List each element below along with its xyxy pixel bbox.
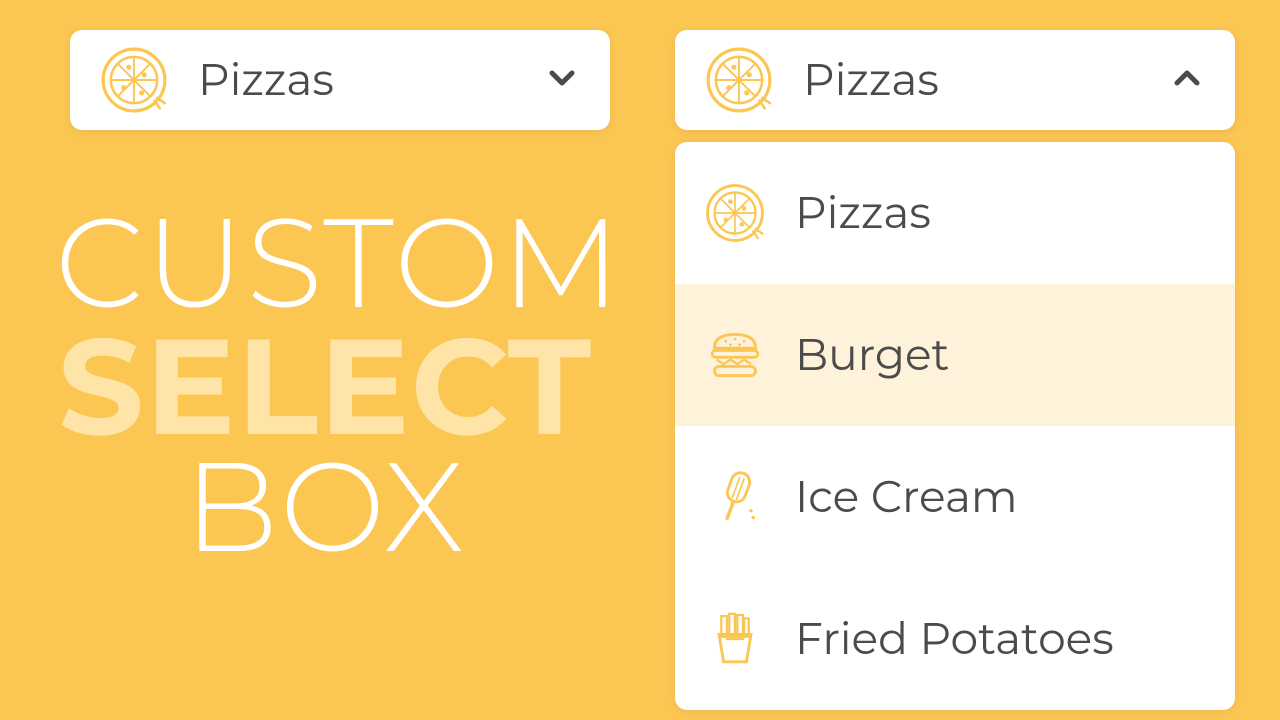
option-label: Fried Potatoes: [795, 612, 1114, 666]
option-fried-potatoes[interactable]: Fried Potatoes: [675, 568, 1235, 710]
chevron-up-icon: [1167, 58, 1207, 103]
option-pizzas[interactable]: Pizzas: [675, 142, 1235, 284]
pizza-icon: [703, 44, 775, 116]
select-closed-label: Pizzas: [198, 53, 334, 107]
option-label: Ice Cream: [795, 470, 1018, 524]
select-open-header[interactable]: Pizzas: [675, 30, 1235, 130]
pizza-icon: [98, 44, 170, 116]
select-open-label: Pizzas: [803, 53, 939, 107]
select-closed[interactable]: Pizzas: [70, 30, 610, 130]
chevron-down-icon: [542, 58, 582, 103]
select-dropdown: Pizzas Burget Ice Cream Fried Potatoes: [675, 142, 1235, 710]
option-label: Burget: [795, 328, 949, 382]
option-burget[interactable]: Burget: [675, 284, 1235, 426]
pizza-icon: [703, 181, 767, 245]
option-ice-cream[interactable]: Ice Cream: [675, 426, 1235, 568]
icecream-icon: [703, 465, 767, 529]
page-title: CUSTOM SELECT BOX: [55, 205, 595, 567]
burger-icon: [703, 323, 767, 387]
option-label: Pizzas: [795, 186, 931, 240]
title-line-2: SELECT: [55, 323, 595, 450]
fries-icon: [703, 607, 767, 671]
